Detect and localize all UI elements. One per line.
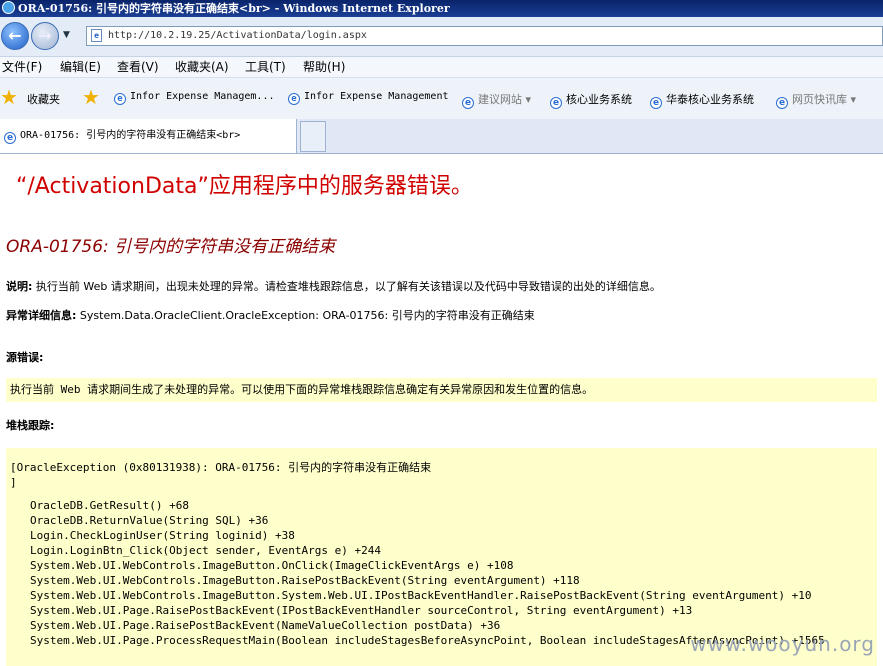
address-bar[interactable]: e http://10.2.19.25/ActivationData/login.…: [86, 26, 883, 46]
favorites-button[interactable]: 收藏夹: [27, 91, 60, 107]
watermark: www.wooyun.org: [690, 632, 875, 656]
favorites-star-icon[interactable]: ★: [0, 86, 18, 108]
forward-button[interactable]: →: [31, 22, 59, 50]
new-tab-button[interactable]: [300, 121, 326, 152]
ie-page-icon: e: [550, 97, 562, 109]
ie-page-icon: e: [650, 97, 662, 109]
history-dropdown-icon[interactable]: ▼: [63, 30, 70, 40]
ie-page-icon: e: [462, 97, 474, 109]
description-text: 执行当前 Web 请求期间，出现未处理的异常。请检查堆栈跟踪信息，以了解有关该错…: [35, 280, 661, 293]
stack-line: OracleDB.ReturnValue(String SQL) +36: [30, 514, 269, 527]
stack-line: System.Web.UI.WebControls.ImageButton.On…: [30, 559, 514, 572]
description: 说明: 执行当前 Web 请求期间，出现未处理的异常。请检查堆栈跟踪信息，以了解…: [6, 278, 661, 294]
ie-page-icon: e: [288, 93, 300, 105]
window-titlebar: ORA-01756: 引号内的字符串没有正确结束<br> - Windows I…: [0, 0, 883, 17]
source-error-box: 执行当前 Web 请求期间生成了未处理的异常。可以使用下面的异常堆栈跟踪信息确定…: [6, 378, 877, 402]
stack-line: System.Web.UI.Page.RaisePostBackEvent(IP…: [30, 604, 693, 617]
stack-line: OracleDB.GetResult() +68: [30, 499, 189, 512]
menu-help[interactable]: 帮助(H): [303, 57, 345, 77]
stack-line: System.Web.UI.Page.RaisePostBackEvent(Na…: [30, 619, 501, 632]
page-content: “/ActivationData”应用程序中的服务器错误。 ORA-01756:…: [0, 154, 883, 666]
stack-trace-heading: 堆栈跟踪:: [6, 419, 55, 432]
stack-line: System.Web.UI.WebControls.ImageButton.Sy…: [30, 589, 812, 602]
ie-logo-icon: [2, 1, 15, 14]
stack-line: [OracleException (0x80131938): ORA-01756…: [10, 461, 432, 474]
menu-tools[interactable]: 工具(T): [245, 57, 286, 77]
stack-line: Login.CheckLoginUser(String loginid) +38: [30, 529, 295, 542]
exception-details-text: System.Data.OracleClient.OracleException…: [79, 309, 535, 322]
fav-link-infor-2[interactable]: e Infor Expense Management: [288, 91, 449, 105]
fav-web-slice-gallery[interactable]: e 网页快讯库 ▾: [776, 91, 856, 109]
menu-favorites[interactable]: 收藏夹(A): [175, 57, 229, 77]
fav-suggested-sites[interactable]: e 建议网站 ▾: [462, 91, 531, 109]
menu-view[interactable]: 查看(V): [117, 57, 159, 77]
back-button[interactable]: ←: [1, 22, 29, 50]
tab-title: ORA-01756: 引号内的字符串没有正确结束<br>: [20, 130, 241, 141]
ie-page-icon: e: [4, 132, 16, 144]
source-error-heading: 源错误:: [6, 351, 44, 364]
tab-bar: e ORA-01756: 引号内的字符串没有正确结束<br>: [0, 119, 883, 154]
description-label: 说明:: [6, 280, 33, 293]
favorites-bar: ★ 收藏夹 ★ e Infor Expense Managem... e Infor…: [0, 77, 883, 120]
menu-edit[interactable]: 编辑(E): [60, 57, 101, 77]
menu-bar: 文件(F) 编辑(E) 查看(V) 收藏夹(A) 工具(T) 帮助(H): [0, 57, 883, 77]
fav-link-huatai-core[interactable]: e 华泰核心业务系统: [650, 91, 754, 109]
page-heading: “/ActivationData”应用程序中的服务器错误。: [16, 174, 473, 199]
page-icon: e: [91, 29, 102, 42]
ie-page-icon: e: [114, 93, 126, 105]
window-title: ORA-01756: 引号内的字符串没有正确结束<br> - Windows I…: [18, 2, 450, 15]
address-toolbar: ← → ▼ e http://10.2.19.25/ActivationData/…: [0, 17, 883, 57]
stack-line: System.Web.UI.WebControls.ImageButton.Ra…: [30, 574, 580, 587]
address-url[interactable]: http://10.2.19.25/ActivationData/login.a…: [108, 30, 367, 41]
error-title: ORA-01756: 引号内的字符串没有正确结束: [6, 237, 336, 257]
ie-page-icon: e: [776, 97, 788, 109]
fav-link-core-system[interactable]: e 核心业务系统: [550, 91, 632, 109]
stack-line: ]: [10, 476, 17, 489]
stack-line: Login.LoginBtn_Click(Object sender, Even…: [30, 544, 381, 557]
exception-details: 异常详细信息: System.Data.OracleClient.OracleE…: [6, 307, 535, 323]
fav-link-infor-1[interactable]: e Infor Expense Managem...: [114, 91, 275, 105]
add-favorite-icon[interactable]: ★: [82, 86, 100, 108]
stack-spacer: [10, 490, 877, 498]
menu-file[interactable]: 文件(F): [2, 57, 42, 77]
exception-details-label: 异常详细信息:: [6, 309, 77, 322]
tab-current[interactable]: e ORA-01756: 引号内的字符串没有正确结束<br>: [0, 119, 297, 153]
